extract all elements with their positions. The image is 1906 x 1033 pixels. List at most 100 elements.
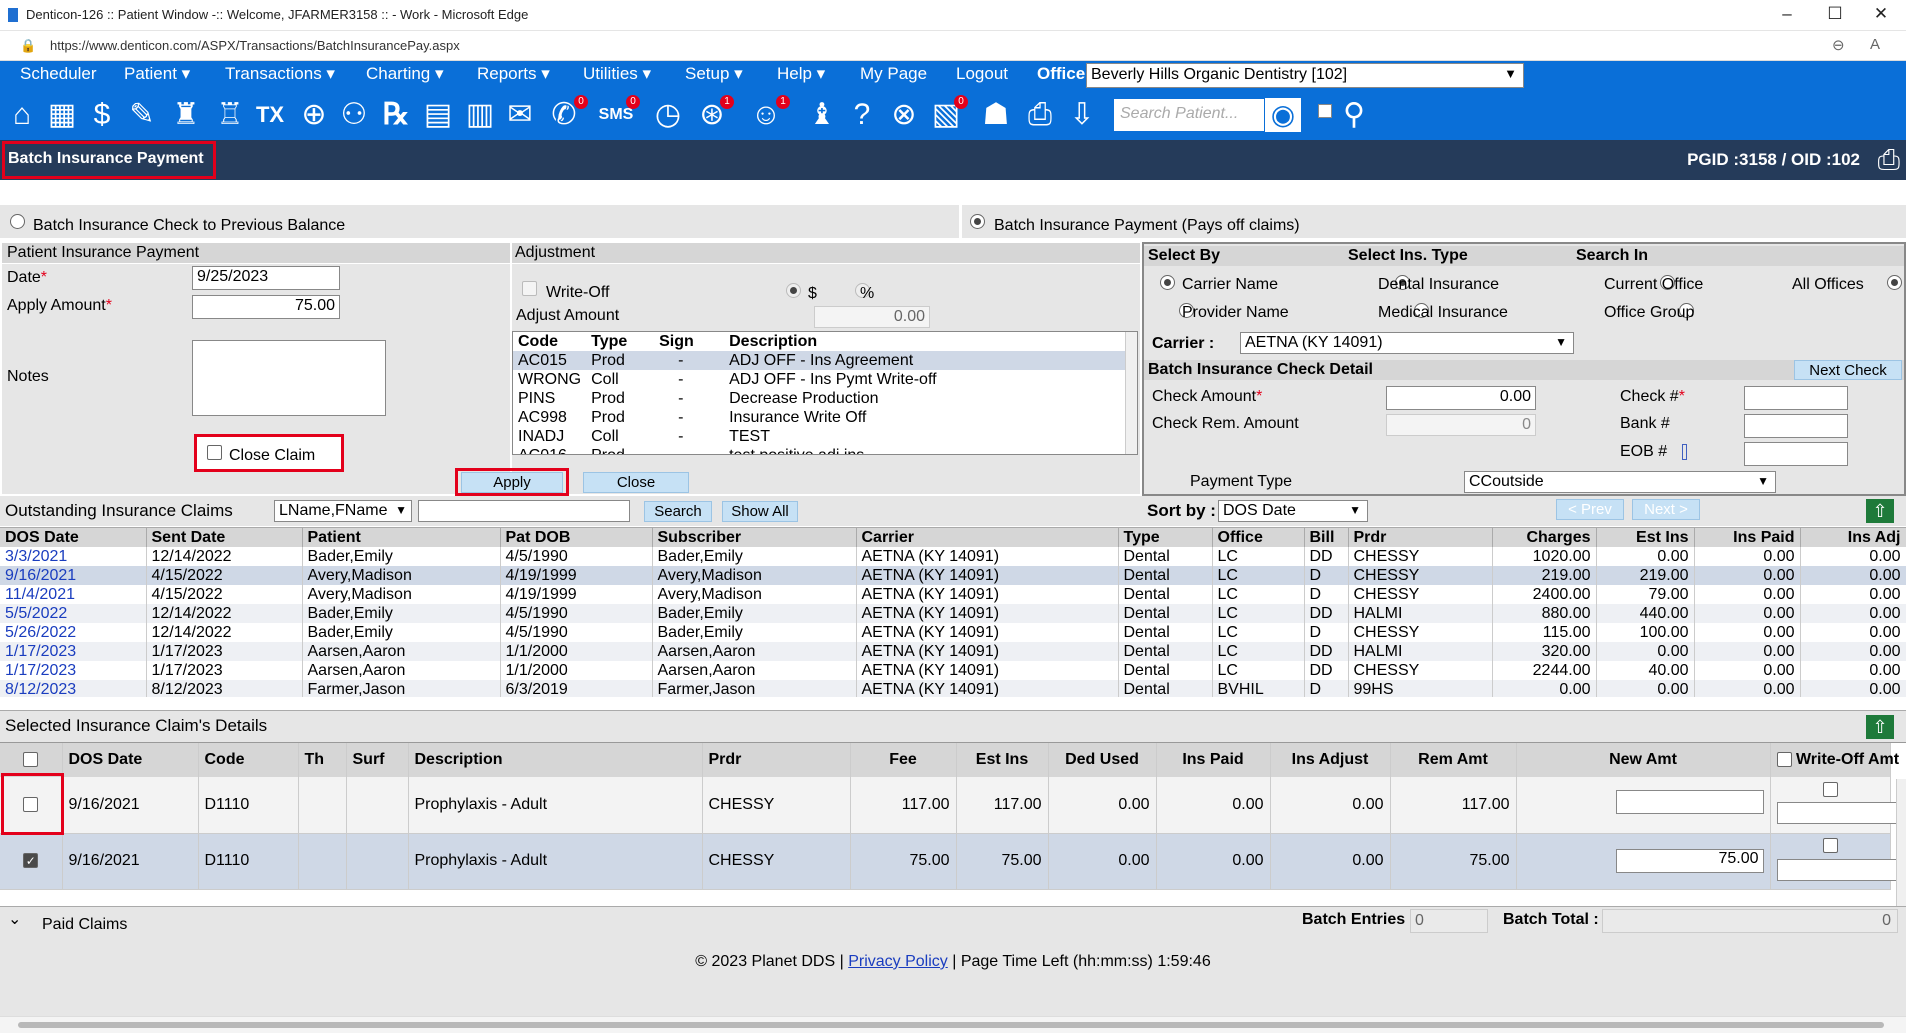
adj-list-scrollbar[interactable] [1125,332,1137,454]
home-icon[interactable]: ⌂ [4,95,40,135]
check-amount-input[interactable]: 0.00 [1386,386,1536,410]
scroll-top-icon[interactable]: ⇧ [1866,499,1894,523]
mode-option-1-radio[interactable] [10,214,25,230]
claim-dos-link[interactable]: 5/26/2022 [0,623,147,642]
eob-attach-icon[interactable] [1682,444,1687,460]
menu-setup[interactable]: Setup ▾ [685,64,743,84]
detail-row[interactable]: 9/16/2021 D1110 Prophylaxis - Adult CHES… [0,777,1897,833]
details-scrollbar[interactable] [1896,779,1906,906]
advanced-search-icon[interactable]: ⚲ [1336,95,1372,135]
adj-row[interactable]: AC998 Prod - Insurance Write Off [513,408,1125,427]
writeoff-all-checkbox[interactable] [1776,752,1792,768]
patient-search-icon[interactable]: ◉ [1264,97,1302,133]
new-amt-input[interactable] [1615,790,1764,815]
all-offices-radio[interactable] [1886,275,1902,291]
col-dos-date[interactable]: DOS Date [0,528,147,547]
menu-my-page[interactable]: My Page [860,64,927,84]
patient-search-input[interactable]: Search Patient... [1114,99,1264,131]
menu-help[interactable]: Help ▾ [777,64,825,84]
ledger-icon[interactable]: ✎ [124,95,160,135]
minimize-icon[interactable]: – [1772,4,1802,24]
adj-row[interactable]: PINS Prod - Decrease Production [513,389,1125,408]
clock-icon[interactable]: ◷ [650,95,686,135]
writeoff-amt-input[interactable] [1776,802,1897,825]
adjust-amount-input[interactable]: 0.00 [814,306,930,328]
claim-row[interactable]: 5/26/2022 12/14/2022 Bader,Emily 4/5/1990 Ba… [0,623,1906,642]
new-amt-input[interactable]: 75.00 [1615,849,1764,873]
carrier-select[interactable]: AETNA (KY 14091) ▼ [1240,332,1574,354]
col-bill[interactable]: Bill [1304,528,1349,547]
tooth-chart-icon[interactable]: ♜ [168,95,204,135]
next-check-button[interactable]: Next Check [1794,360,1902,380]
scrollbar-thumb[interactable] [18,1022,1884,1028]
tooth-icon[interactable]: ♝ [804,95,840,135]
print-icon[interactable]: ⎙ [1878,144,1900,177]
menu-utilities[interactable]: Utilities ▾ [583,64,651,84]
read-aloud-icon[interactable]: A [1870,36,1880,53]
adjustment-code-list[interactable]: Code Type Sign Description AC015 Prod - ADJ… [512,331,1138,455]
claim-dos-link[interactable]: 5/5/2022 [0,604,147,623]
col-subscriber[interactable]: Subscriber [652,528,857,547]
office-select[interactable]: Beverly Hills Organic Dentistry [102] ▼ [1086,63,1524,88]
col-ins-paid[interactable]: Ins Paid [1694,528,1801,547]
expand-icon[interactable]: ⇩ [1064,95,1100,135]
menu-charting[interactable]: Charting ▾ [366,64,444,84]
col-carrier[interactable]: Carrier [856,528,1119,547]
claim-dos-link[interactable]: 3/3/2021 [0,547,147,566]
privacy-policy-link[interactable]: Privacy Policy [848,953,948,970]
carrier-name-radio[interactable] [1160,275,1175,291]
col-office[interactable]: Office [1212,528,1305,547]
notes-textarea[interactable] [192,340,386,416]
url-text[interactable]: https://www.denticon.com/ASPX/Transactio… [50,38,460,53]
scroll-top-icon[interactable]: ⇧ [1866,715,1894,739]
mode-option-2-radio[interactable] [970,214,985,230]
search-option-checkbox[interactable] [1318,104,1332,118]
claim-row[interactable]: 1/17/2023 1/17/2023 Aarsen,Aaron 1/1/2000 Aa… [0,642,1906,661]
printer-icon[interactable]: ⎙ [1022,95,1058,135]
adj-row[interactable]: AC016 Prod - test positive adj ins [513,446,1125,455]
letter-icon[interactable]: ✉ [502,95,538,135]
zoom-icon[interactable]: ⊖ [1832,36,1845,54]
notes-icon[interactable]: ▤ [420,95,456,135]
group-icon[interactable]: ☗ [978,95,1014,135]
menu-transactions[interactable]: Transactions ▾ [225,64,335,84]
claim-row[interactable]: 11/4/2021 4/15/2022 Avery,Madison 4/19/1999… [0,585,1906,604]
claim-row[interactable]: 8/12/2023 8/12/2023 Farmer,Jason 6/3/2019 Fa… [0,680,1906,697]
address-bar[interactable]: 🔒 https://www.denticon.com/ASPX/Transact… [0,31,1906,61]
menu-logout[interactable]: Logout [956,64,1008,84]
claim-row[interactable]: 3/3/2021 12/14/2022 Bader,Emily 4/5/1990 Bad… [0,547,1906,566]
family-icon[interactable]: ⚇ [336,95,372,135]
col-prdr[interactable]: Prdr [1348,528,1493,547]
col-type[interactable]: Type [1118,528,1213,547]
dollar-icon[interactable]: $ [84,95,120,135]
maximize-icon[interactable]: ☐ [1820,4,1850,24]
apply-amount-input[interactable]: 75.00 [192,295,340,319]
select-all-checkbox[interactable] [23,752,39,768]
rx-icon[interactable]: ℞ [378,95,414,135]
close-claim-checkbox[interactable] [207,445,222,460]
dollar-radio[interactable] [786,283,801,299]
name-format-select[interactable]: LName,FName ▼ [274,500,412,522]
claim-row[interactable]: 5/5/2022 12/14/2022 Bader,Emily 4/5/1990 Bad… [0,604,1906,623]
detail-row[interactable]: ✓ 9/16/2021 D1110 Prophylaxis - Adult CH… [0,833,1897,889]
menu-patient[interactable]: Patient ▾ [124,64,190,84]
tx-icon[interactable]: TX [252,95,288,135]
date-input[interactable]: 9/25/2023 [192,266,340,290]
document-icon[interactable]: ▥ [462,95,498,135]
expand-chevron-icon[interactable]: ⌄ [8,909,21,929]
menu-scheduler[interactable]: Scheduler [20,64,97,84]
writeoff-row-checkbox[interactable] [1822,837,1838,853]
col-est-ins[interactable]: Est Ins [1596,528,1695,547]
detail-row-checkbox[interactable]: ✓ [23,853,39,869]
calendar-icon[interactable]: ▦ [44,95,80,135]
payment-type-select[interactable]: CCoutside ▼ [1464,471,1776,493]
col-ins-adj[interactable]: Ins Adj [1800,528,1906,547]
perio-icon[interactable]: ♖ [212,95,248,135]
claim-row[interactable]: 9/16/2021 4/15/2022 Avery,Madison 4/19/1999… [0,566,1906,585]
web-icon[interactable]: ⊗ [886,95,922,135]
prev-button[interactable]: < Prev [1556,499,1624,520]
claim-row[interactable]: 1/17/2023 1/17/2023 Aarsen,Aaron 1/1/2000 Aa… [0,661,1906,680]
adj-row[interactable]: AC015 Prod - ADJ OFF - Ins Agreement [513,351,1125,370]
check-number-input[interactable] [1744,386,1848,410]
claim-dos-link[interactable]: 1/17/2023 [0,642,147,661]
